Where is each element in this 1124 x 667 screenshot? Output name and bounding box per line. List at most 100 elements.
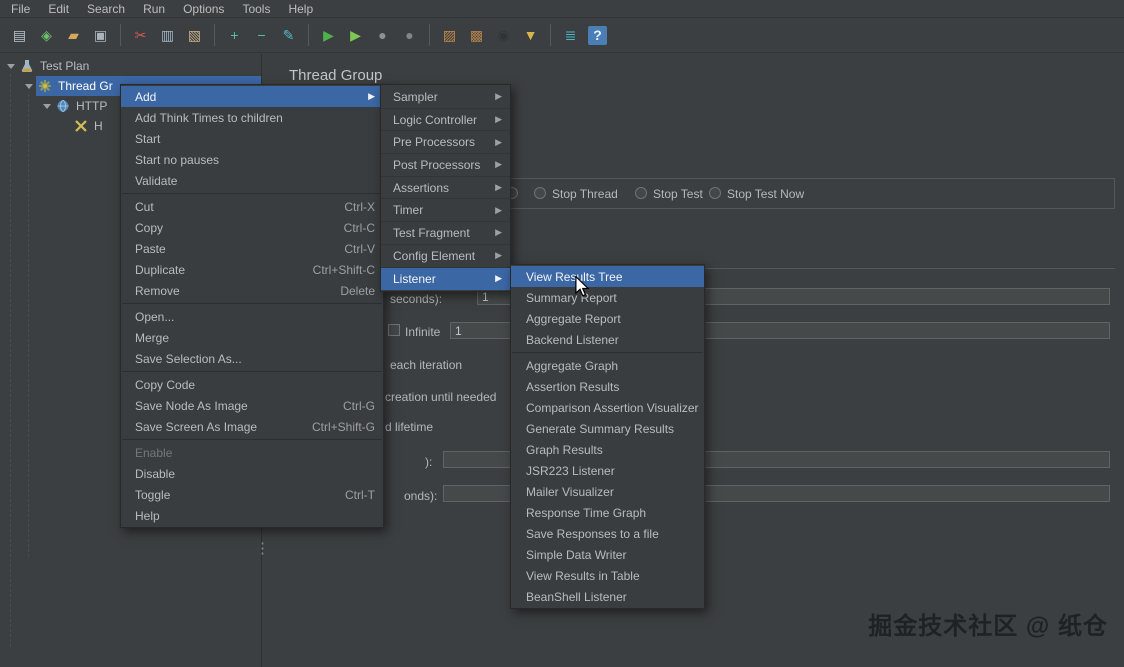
menu-item-label: Test Fragment [393,225,470,240]
menu-item-beanshell-listener[interactable]: BeanShell Listener [511,586,704,607]
menu-item-timer[interactable]: Timer ▶ [381,199,510,223]
menu-item-start[interactable]: Start [121,128,383,149]
menu-item-shortcut: Ctrl+Shift-C [312,262,375,277]
menu-item-save-screen-as-image[interactable]: Save Screen As Image Ctrl+Shift-G [121,416,383,437]
start-icon[interactable]: ▶ [316,23,341,48]
menu-item-test-fragment[interactable]: Test Fragment ▶ [381,222,510,245]
chevron-down-icon[interactable] [22,84,36,89]
templates-icon[interactable]: ◈ [34,23,59,48]
menu-item-label: Listener [393,271,436,286]
tree-guide-line [10,74,11,647]
mouse-cursor [575,276,590,297]
start-no-pauses-icon[interactable]: ▶ [343,23,368,48]
menu-item-comparison-assertion-visualizer[interactable]: Comparison Assertion Visualizer [511,397,704,418]
menubar-item-edit[interactable]: Edit [39,1,78,17]
menubar-item-tools[interactable]: Tools [233,1,279,17]
open-icon[interactable]: ▰ [61,23,86,48]
menu-item-label: Merge [135,330,170,345]
radio-stop-test-now[interactable] [709,187,721,199]
menu-item-assertions[interactable]: Assertions ▶ [381,177,510,200]
menu-item-label: Mailer Visualizer [526,484,614,499]
shutdown-icon[interactable]: ● [397,23,422,48]
menu-item-validate[interactable]: Validate [121,170,383,191]
menu-item-aggregate-graph[interactable]: Aggregate Graph [511,355,704,376]
menu-item-merge[interactable]: Merge [121,327,383,348]
menu-item-generate-summary-results[interactable]: Generate Summary Results [511,418,704,439]
menu-item-disable[interactable]: Disable [121,463,383,484]
menu-item-view-results-in-table[interactable]: View Results in Table [511,565,704,586]
menu-item-listener[interactable]: Listener ▶ [381,267,510,291]
function-helper-icon[interactable]: ≣ [558,23,583,48]
menu-item-duplicate[interactable]: Duplicate Ctrl+Shift-C [121,259,383,280]
menu-item-start-no-pauses[interactable]: Start no pauses [121,149,383,170]
menu-item-jsr223-listener[interactable]: JSR223 Listener [511,460,704,481]
clear-icon[interactable]: ▨ [437,23,462,48]
radio-stop-test[interactable] [635,187,647,199]
radio-stop-thread[interactable] [534,187,546,199]
menu-item-sampler[interactable]: Sampler ▶ [381,86,510,109]
menu-item-aggregate-report[interactable]: Aggregate Report [511,308,704,329]
cut-icon[interactable]: ✂ [128,23,153,48]
menubar-item-file[interactable]: File [2,1,39,17]
menu-item-label: Pre Processors [393,135,476,150]
menubar-item-search[interactable]: Search [78,1,134,17]
menu-item-label: Response Time Graph [526,505,647,520]
save-icon[interactable]: ▣ [88,23,113,48]
menu-item-summary-report[interactable]: Summary Report [511,287,704,308]
stop-icon[interactable]: ● [370,23,395,48]
tree-item-test-plan[interactable]: Test Plan [0,56,261,76]
toolbar-separator [550,24,551,46]
menu-item-cut[interactable]: Cut Ctrl-X [121,196,383,217]
menu-item-view-results-tree[interactable]: View Results Tree [511,266,704,287]
menu-item-open[interactable]: Open... [121,306,383,327]
menu-item-post-processors[interactable]: Post Processors ▶ [381,154,510,177]
menu-item-copy[interactable]: Copy Ctrl-C [121,217,383,238]
menu-item-paste[interactable]: Paste Ctrl-V [121,238,383,259]
toolbar-separator [120,24,121,46]
menu-item-backend-listener[interactable]: Backend Listener [511,329,704,350]
chevron-down-icon[interactable] [40,104,54,109]
delay-thread-label-fragment: creation until needed [385,390,497,404]
help-icon[interactable]: ? [588,25,607,45]
menu-separator [122,303,382,304]
menu-item-remove[interactable]: Remove Delete [121,280,383,301]
search-icon[interactable]: ◉ [491,23,516,48]
clear-all-icon[interactable]: ▩ [464,23,489,48]
menu-item-assertion-results[interactable]: Assertion Results [511,376,704,397]
menu-item-label: Config Element [393,248,476,263]
menu-item-graph-results[interactable]: Graph Results [511,439,704,460]
context-menu: Add ▶ Add Think Times to children Start Star… [120,84,384,528]
toolbar-separator [308,24,309,46]
new-icon[interactable]: ▤ [7,23,32,48]
menubar-item-run[interactable]: Run [134,1,174,17]
ramp-up-label-fragment: seconds): [390,292,443,306]
menu-item-shortcut: Ctrl-T [345,487,375,502]
menubar-item-help[interactable]: Help [279,1,322,17]
infinite-checkbox[interactable] [388,324,400,336]
menubar-item-options[interactable]: Options [174,1,233,17]
menu-item-save-responses-to-a-file[interactable]: Save Responses to a file [511,523,704,544]
menu-item-save-node-as-image[interactable]: Save Node As Image Ctrl-G [121,395,383,416]
tree-item-label: HTTP [76,99,108,113]
paste-icon[interactable]: ▧ [182,23,207,48]
menu-item-copy-code[interactable]: Copy Code [121,374,383,395]
menu-item-add[interactable]: Add ▶ [121,86,383,107]
chevron-down-icon[interactable] [4,64,18,69]
menu-separator [122,371,382,372]
menu-item-toggle[interactable]: Toggle Ctrl-T [121,484,383,505]
search-reset-icon[interactable]: ▼ [518,23,543,48]
menu-item-label: Add [135,89,157,104]
menu-item-simple-data-writer[interactable]: Simple Data Writer [511,544,704,565]
menu-item-response-time-graph[interactable]: Response Time Graph [511,502,704,523]
menu-item-logic-controller[interactable]: Logic Controller ▶ [381,109,510,132]
menu-item-save-selection-as[interactable]: Save Selection As... [121,348,383,369]
menu-item-pre-processors[interactable]: Pre Processors ▶ [381,131,510,155]
menu-item-help[interactable]: Help [121,505,383,526]
copy-icon[interactable]: ▥ [155,23,180,48]
toggle-icon[interactable]: ✎ [276,23,301,48]
expand-all-icon[interactable]: + [222,23,247,48]
menu-item-add-think-times-to-children[interactable]: Add Think Times to children [121,107,383,128]
collapse-all-icon[interactable]: − [249,23,274,48]
menu-item-config-element[interactable]: Config Element ▶ [381,245,510,268]
menu-item-mailer-visualizer[interactable]: Mailer Visualizer [511,481,704,502]
